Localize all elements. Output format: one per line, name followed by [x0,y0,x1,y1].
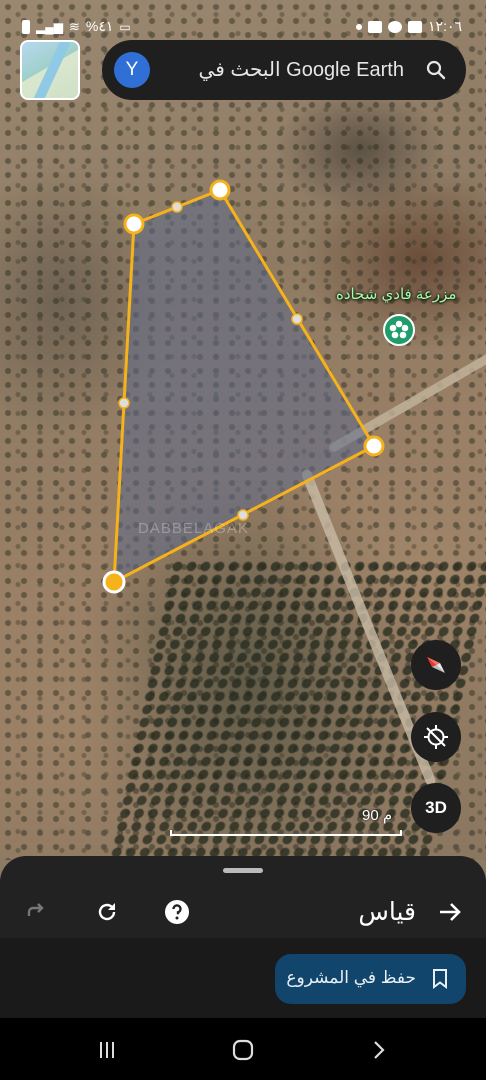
battery-percent: %٤١ [85,18,114,34]
status-right: ١٢:٠٦ [356,18,462,35]
scale-bar [170,826,402,836]
facebook-icon [388,20,403,33]
sheet-drag-handle[interactable] [223,868,263,873]
midpoint-handle[interactable] [118,397,130,409]
signal-icon: ▂▄▆ [36,19,63,34]
compass-icon [427,657,445,673]
sheet-footer: حفظ في المشروع [0,938,486,1018]
place-label[interactable]: مزرعة فادي شحاده [336,285,456,303]
place-pin-icon[interactable] [383,314,415,346]
midpoint-handle[interactable] [291,313,303,325]
arrow-right-icon [440,903,461,921]
my-location-button[interactable] [411,712,461,762]
measure-title: قياس [358,898,416,926]
redo-icon [27,903,44,916]
battery-saver-icon: ▭ [119,19,131,34]
bookmark-icon [433,969,447,989]
recents-icon [100,1042,114,1058]
midpoint-handle[interactable] [237,509,249,521]
vertex-handle-active[interactable] [102,570,126,594]
chevron-right-icon [374,1041,385,1059]
wifi-icon: ≋ [68,18,80,34]
youtube-icon [368,20,383,33]
home-button[interactable] [229,1036,257,1064]
reset-button[interactable] [93,898,121,926]
redo-button[interactable] [22,898,50,926]
save-to-project-button[interactable]: حفظ في المشروع [275,954,466,1004]
midpoint-handle[interactable] [171,201,183,213]
map-style-button[interactable] [20,40,80,100]
map-thumbnail [31,42,71,98]
battery-icon [22,19,30,34]
system-back-button[interactable] [365,1036,393,1064]
compass-button[interactable] [411,640,461,690]
search-placeholder: البحث في Google Earth [198,59,404,81]
status-left: ▂▄▆ ≋ %٤١ ▭ [22,18,131,35]
system-nav-bar [0,1018,486,1080]
notification-dot-icon [356,23,363,30]
scale-label: 90 م [362,807,393,824]
toggle-3d-button[interactable]: 3D [411,783,461,833]
recents-button[interactable] [93,1036,121,1064]
flower-icon [389,320,409,339]
vertex-handle[interactable] [123,213,145,235]
search-bar[interactable]: Y البحث في Google Earth [102,40,466,100]
scale-bar-line [170,830,402,836]
measure-sheet: قياس حفظ في المشروع [0,856,486,1018]
help-button[interactable] [163,898,191,926]
help-icon [165,900,189,924]
vertex-handle[interactable] [363,435,385,457]
location-off-icon [424,725,448,749]
back-button[interactable] [436,898,464,926]
clock: ١٢:٠٦ [428,18,462,34]
vertex-handle[interactable] [209,179,231,201]
home-icon [232,1039,254,1061]
watermark: DABBELAGAK [138,520,249,537]
refresh-icon [98,903,116,921]
avatar[interactable]: Y [114,52,150,88]
search-icon[interactable] [426,60,446,80]
gallery-icon [408,20,423,33]
measure-toolbar: قياس [0,884,486,942]
save-label: حفظ في المشروع [286,968,416,987]
